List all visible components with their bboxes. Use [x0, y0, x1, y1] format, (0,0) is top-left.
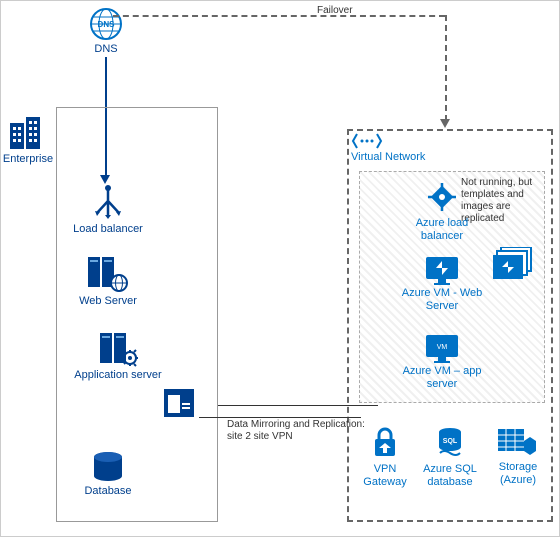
- web-server-icon: [86, 255, 130, 293]
- failover-arrow: [440, 119, 450, 128]
- vnet-label: Virtual Network: [345, 151, 445, 164]
- failover-line-v2: [445, 15, 447, 121]
- vpn-label: VPN Gateway: [353, 463, 417, 489]
- web-label: Web Server: [63, 295, 153, 308]
- mirror-line2: [218, 405, 378, 406]
- mirror-line: [199, 417, 361, 418]
- vnet-icon: [351, 131, 383, 151]
- azure-storage-icon: [498, 427, 538, 459]
- azure-vm-app-icon: VM: [424, 333, 460, 363]
- azure-sql-label: Azure SQL database: [415, 463, 485, 489]
- azure-lb-icon: [424, 179, 460, 215]
- mirror-label: Data Mirroring and Replication: site 2 s…: [227, 419, 367, 443]
- vnet-node: Virtual Network: [345, 131, 445, 164]
- app-label: Application server: [63, 369, 173, 382]
- vm-stack-node: [491, 247, 537, 287]
- svg-text:SQL: SQL: [443, 438, 458, 445]
- failover-label: Failover: [317, 5, 353, 16]
- azure-vm-web-icon: [424, 255, 460, 285]
- azure-storage-label: Storage (Azure): [483, 461, 553, 487]
- svg-text:DNS: DNS: [98, 20, 116, 29]
- azure-lb-node: Azure load balancer: [397, 179, 487, 243]
- db-label: Database: [63, 485, 153, 498]
- load-balancer-icon: [89, 183, 127, 221]
- azure-lb-label: Azure load balancer: [397, 217, 487, 243]
- app-server-icon: [98, 331, 138, 367]
- db-gateway-icon: [164, 389, 194, 417]
- azure-vm-web-label: Azure VM - Web Server: [397, 287, 487, 313]
- database-icon: [91, 451, 125, 483]
- enterprise-icon: [8, 117, 48, 151]
- dns-label: DNS: [61, 43, 151, 56]
- azure-vm-app-node: VM Azure VM – app server: [397, 333, 487, 391]
- azure-sql-node: SQL Azure SQL database: [415, 427, 485, 489]
- azure-vm-web-node: Azure VM - Web Server: [397, 255, 487, 313]
- enterprise-node: Enterprise: [0, 117, 63, 166]
- db-gateway-node: [159, 389, 199, 419]
- vpn-gateway-icon: [369, 427, 401, 461]
- web-node: Web Server: [63, 255, 153, 308]
- lb-node: Load balancer: [63, 183, 153, 236]
- azure-storage-node: Storage (Azure): [483, 427, 553, 487]
- failover-line-h: [113, 15, 445, 17]
- azure-sql-icon: SQL: [434, 427, 466, 461]
- azure-vm-app-label: Azure VM – app server: [397, 365, 487, 391]
- db-node: Database: [63, 451, 153, 498]
- enterprise-label: Enterprise: [0, 153, 63, 166]
- app-node: Application server: [63, 331, 173, 382]
- svg-text:VM: VM: [437, 344, 448, 351]
- vm-stack-icon: [493, 247, 535, 285]
- lb-label: Load balancer: [63, 223, 153, 236]
- dns-icon: DNS: [89, 7, 123, 41]
